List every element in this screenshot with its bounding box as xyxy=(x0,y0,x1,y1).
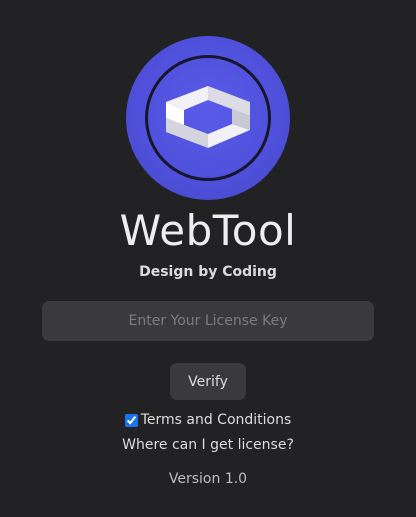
license-window: WebTool Design by Coding Verify Terms an… xyxy=(0,0,416,517)
app-title: WebTool xyxy=(119,206,297,255)
webtool-logo-icon xyxy=(126,36,290,200)
get-license-link[interactable]: Where can I get license? xyxy=(0,437,416,453)
logo-mark-icon xyxy=(166,86,250,148)
license-key-input[interactable] xyxy=(42,301,374,341)
version-label: Version 1.0 xyxy=(168,471,248,487)
terms-checkbox[interactable] xyxy=(124,413,138,427)
verify-button[interactable]: Verify xyxy=(170,363,246,400)
terms-label[interactable]: Terms and Conditions xyxy=(141,412,292,428)
terms-row: Terms and Conditions xyxy=(0,410,416,430)
app-subtitle: Design by Coding xyxy=(139,264,277,280)
